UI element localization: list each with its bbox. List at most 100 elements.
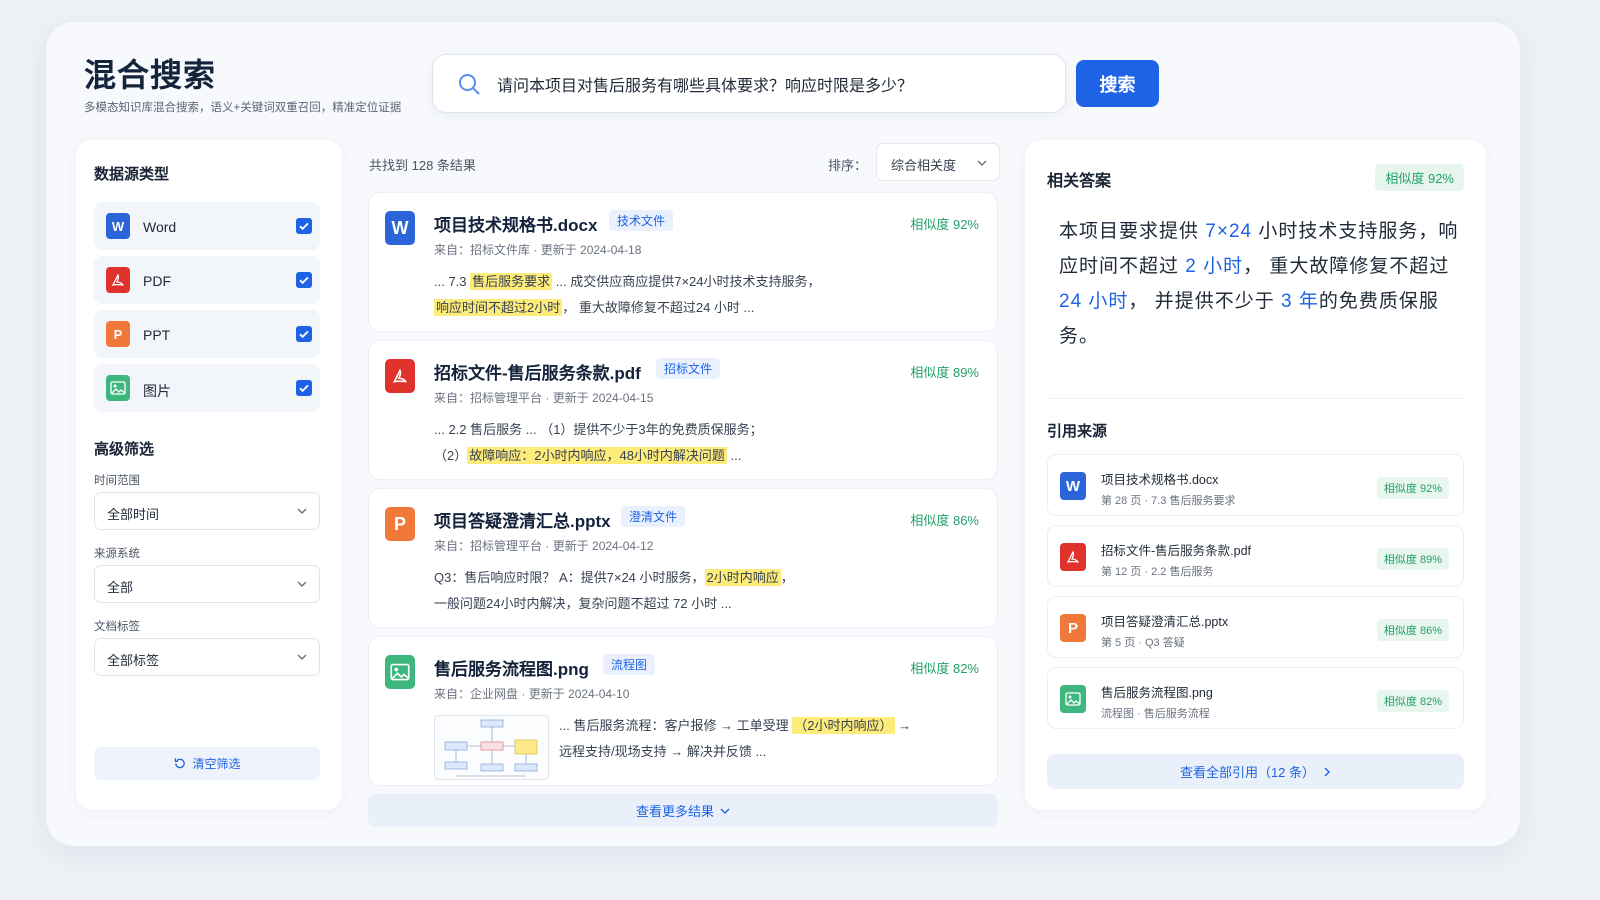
search-icon (459, 74, 480, 95)
citation-title: 引用来源 (1047, 423, 1108, 440)
citation-similarity: 相似度 92% (1376, 477, 1449, 499)
source-item-word[interactable]: W Word (94, 202, 320, 250)
result-meta: 来自：企业网盘 · 更新于 2024-04-10 (434, 687, 630, 701)
citation-item[interactable]: W 项目技术规格书.docx 第 28 页 · 7.3 售后服务要求 相似度 9… (1047, 454, 1464, 516)
result-tag: 招标文件 (656, 358, 721, 379)
pdf-icon (385, 359, 415, 393)
answer-title: 相关答案 (1047, 173, 1112, 190)
page-subtitle: 多模态知识库混合搜索，语义+关键词双重召回，精准定位证据 (84, 102, 402, 114)
pdf-checkbox[interactable] (296, 272, 312, 288)
divider (1047, 398, 1464, 399)
citation-item[interactable]: 招标文件-售后服务条款.pdf 第 12 页 · 2.2 售后服务 相似度 89… (1047, 525, 1464, 587)
citation-similarity: 相似度 89% (1376, 548, 1449, 570)
result-snippet: 一般问题24小时内解决，复杂问题不超过 72 小时 ... (434, 596, 732, 611)
result-meta: 来自：招标文件库 · 更新于 2024-04-18 (434, 243, 642, 257)
result-snippet: ... 售后服务流程：客户报修 → 工单受理 （2小时内响应） → (559, 717, 912, 734)
ppt-checkbox[interactable] (296, 326, 312, 342)
search-box[interactable] (432, 54, 1066, 113)
flowchart-thumbnail[interactable] (434, 715, 549, 780)
result-count: 共找到 128 条结果 (369, 158, 476, 173)
reset-icon (175, 758, 186, 769)
citation-location: 第 28 页 · 7.3 售后服务要求 (1101, 495, 1236, 507)
ppt-icon: P (106, 321, 130, 347)
result-snippet: （2） 故障响应：2小时内响应，48小时内解决问题 ... (434, 447, 742, 464)
doc-tag-label: 文档标签 (94, 621, 140, 633)
citation-name: 项目答疑澄清汇总.pptx (1101, 615, 1229, 629)
word-icon: W (385, 211, 415, 245)
result-item[interactable]: 招标文件-售后服务条款.pdf 招标文件 相似度 89% 来自：招标管理平台 ·… (368, 340, 998, 480)
answer-text: 本项目要求提供 7×24 小时技术支持服务，响应时间不超过 2 小时， 重大故障… (1059, 221, 1459, 347)
filter-panel: 数据源类型 W Word PDF P PPT 图片 高级筛选 时间范围 全部时间… (76, 140, 342, 810)
source-label: PPT (143, 327, 171, 343)
load-more-label: 查看更多结果 (635, 804, 714, 819)
result-title[interactable]: 售后服务流程图.png (434, 655, 589, 680)
word-checkbox[interactable] (296, 218, 312, 234)
clear-filter-button[interactable]: 清空筛选 (94, 747, 320, 780)
result-tag: 流程图 (603, 654, 656, 675)
doc-tag-value: 全部标签 (107, 653, 160, 668)
citation-similarity: 相似度 86% (1376, 619, 1449, 641)
time-range-value: 全部时间 (107, 507, 160, 522)
citation-name: 项目技术规格书.docx (1101, 473, 1219, 487)
result-title[interactable]: 项目技术规格书.docx (434, 211, 597, 236)
time-range-label: 时间范围 (94, 475, 140, 487)
citation-location: 流程图 · 售后服务流程 (1101, 708, 1210, 720)
source-system-select[interactable]: 全部 (94, 565, 320, 603)
search-input[interactable] (497, 67, 1047, 101)
result-snippet: 响应时间不超过2小时， 重大故障修复不超过24 小时 ... (434, 299, 755, 316)
result-meta: 来自：招标管理平台 · 更新于 2024-04-12 (434, 539, 654, 553)
word-icon: W (1060, 472, 1086, 500)
result-item[interactable]: W 项目技术规格书.docx 技术文件 相似度 92% 来自：招标文件库 · 更… (368, 192, 998, 332)
result-tag: 澄清文件 (621, 506, 686, 527)
image-icon (106, 375, 130, 401)
citation-name: 招标文件-售后服务条款.pdf (1101, 544, 1252, 558)
similarity-score: 相似度 86% (910, 513, 979, 528)
sort-label: 排序： (828, 158, 868, 173)
chevron-down-icon (297, 581, 307, 587)
chevron-down-icon (977, 160, 987, 166)
source-item-image[interactable]: 图片 (94, 364, 320, 412)
answer-similarity-badge: 相似度 92% (1375, 164, 1464, 191)
view-all-citations-button[interactable]: 查看全部引用（12 条） (1047, 754, 1464, 789)
similarity-score: 相似度 92% (910, 217, 979, 232)
result-item[interactable]: 售后服务流程图.png 流程图 相似度 82% 来自：企业网盘 · 更新于 20… (368, 636, 998, 786)
chevron-down-icon (720, 808, 730, 814)
source-item-ppt[interactable]: P PPT (94, 310, 320, 358)
result-tag: 技术文件 (609, 210, 674, 231)
source-type-title: 数据源类型 (94, 166, 170, 183)
result-title[interactable]: 招标文件-售后服务条款.pdf (434, 359, 641, 384)
answer-panel: 相关答案 相似度 92% 本项目要求提供 7×24 小时技术支持服务，响应时间不… (1025, 140, 1486, 810)
image-icon (1060, 685, 1086, 713)
pdf-icon (106, 267, 130, 293)
citation-item[interactable]: 售后服务流程图.png 流程图 · 售后服务流程 相似度 82% (1047, 667, 1464, 729)
image-checkbox[interactable] (296, 380, 312, 396)
citation-similarity: 相似度 82% (1376, 690, 1449, 712)
search-button[interactable]: 搜索 (1076, 60, 1159, 107)
similarity-score: 相似度 89% (910, 365, 979, 380)
page-title: 混合搜索 (84, 57, 217, 93)
source-item-pdf[interactable]: PDF (94, 256, 320, 304)
result-snippet: 远程支持/现场支持 → 解决并反馈 ... (559, 744, 767, 759)
source-label: 图片 (143, 383, 171, 399)
result-snippet: ... 2.2 售后服务 ... （1）提供不少于3年的免费质保服务； (434, 422, 763, 437)
ppt-icon: P (385, 507, 415, 541)
sort-value: 综合相关度 (891, 158, 957, 173)
similarity-score: 相似度 82% (910, 661, 979, 676)
result-item[interactable]: P 项目答疑澄清汇总.pptx 澄清文件 相似度 86% 来自：招标管理平台 ·… (368, 488, 998, 628)
citation-location: 第 12 页 · 2.2 售后服务 (1101, 566, 1214, 578)
result-snippet: Q3：售后响应时限？ A：提供7×24 小时服务， 2小时内响应， (434, 569, 794, 586)
result-title[interactable]: 项目答疑澄清汇总.pptx (434, 507, 611, 532)
citation-item[interactable]: P 项目答疑澄清汇总.pptx 第 5 页 · Q3 答疑 相似度 86% (1047, 596, 1464, 658)
citation-name: 售后服务流程图.png (1101, 686, 1213, 700)
sort-select[interactable]: 综合相关度 (876, 143, 1000, 181)
doc-tag-select[interactable]: 全部标签 (94, 638, 320, 676)
view-all-citations-label: 查看全部引用（12 条） (1179, 765, 1316, 780)
word-icon: W (106, 213, 130, 239)
result-snippet: ... 7.3 售后服务要求 ... 成交供应商应提供7×24小时技术支持服务， (434, 273, 821, 290)
advanced-filter-title: 高级筛选 (94, 441, 155, 458)
load-more-button[interactable]: 查看更多结果 (368, 794, 998, 827)
image-icon (385, 655, 415, 689)
chevron-down-icon (297, 508, 307, 514)
result-meta: 来自：招标管理平台 · 更新于 2024-04-15 (434, 391, 654, 405)
time-range-select[interactable]: 全部时间 (94, 492, 320, 530)
